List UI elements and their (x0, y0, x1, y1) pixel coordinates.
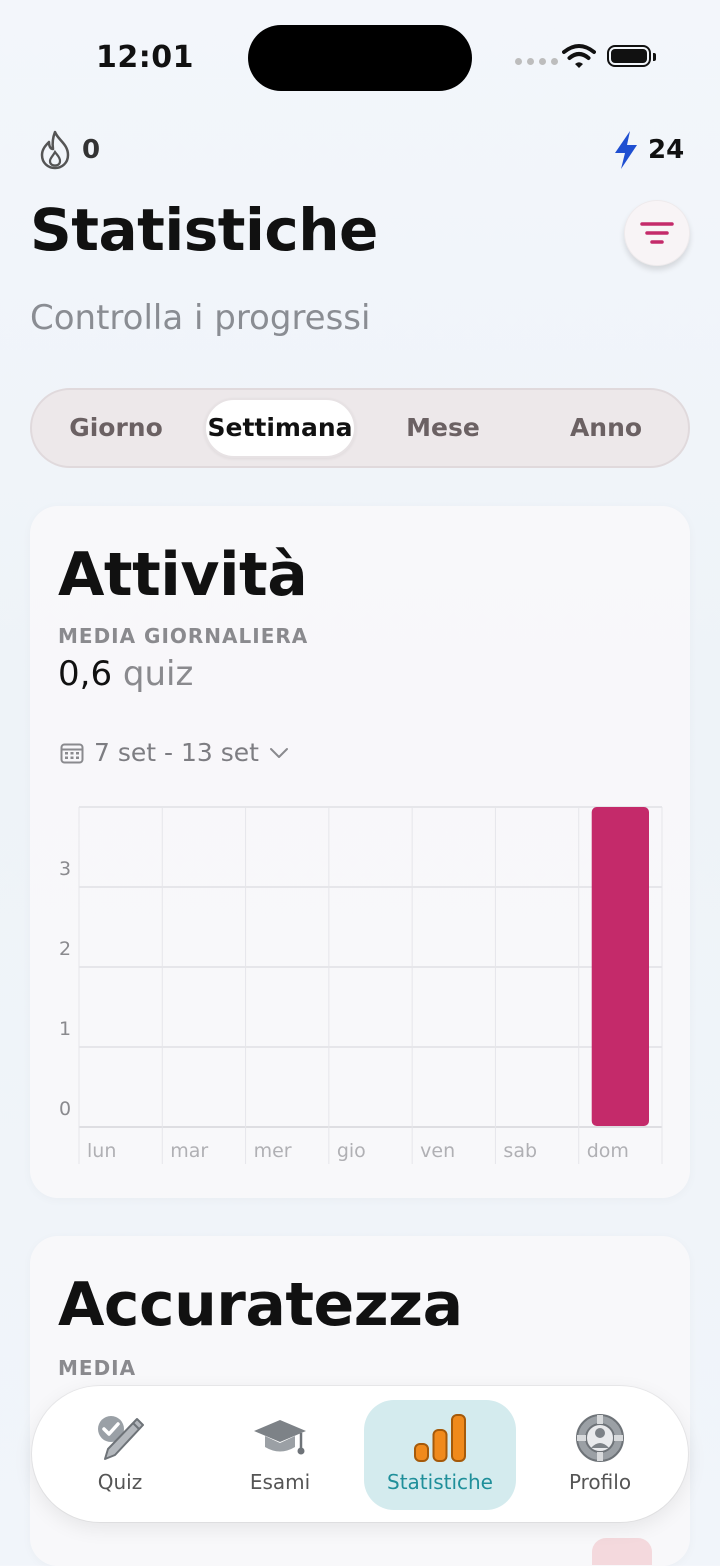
x-tick-label: mar (170, 1140, 208, 1162)
bar-dom (591, 807, 649, 1126)
x-tick-label: gio (337, 1140, 366, 1162)
tab-statistiche-label: Statistiche (387, 1470, 493, 1494)
status-time: 12:01 (96, 40, 194, 75)
average-unit: quiz (122, 654, 194, 694)
accuracy-chart-peek (592, 1538, 652, 1565)
accuracy-title: Accuratezza (58, 1270, 463, 1340)
filter-button[interactable] (624, 200, 690, 266)
energy-counter[interactable]: 24 (612, 130, 684, 170)
tab-mese[interactable]: Mese (368, 398, 518, 458)
y-tick-label: 2 (59, 938, 71, 960)
wifi-icon (562, 44, 596, 68)
calendar-icon (60, 743, 84, 763)
activity-average: 0,6 quiz (58, 654, 193, 694)
streak-value: 0 (82, 135, 101, 165)
x-tick-label: lun (87, 1140, 116, 1162)
tab-profilo[interactable]: Profilo (524, 1400, 676, 1510)
tab-statistiche[interactable]: Statistiche (364, 1400, 516, 1510)
profile-lifebuoy-icon (576, 1414, 624, 1462)
tab-esami-label: Esami (249, 1470, 311, 1494)
pencil-check-icon (98, 1416, 144, 1460)
date-range-label: 7 set - 13 set (94, 738, 259, 767)
tab-profilo-label: Profilo (568, 1470, 632, 1494)
lightning-icon (615, 131, 637, 169)
average-value: 0,6 (58, 654, 113, 694)
activity-bar-chart: 0 1 2 3 lun mar mer gio ven sab dom (59, 806, 663, 1164)
tab-quiz[interactable]: Quiz (44, 1400, 196, 1510)
tab-esami[interactable]: Esami (204, 1400, 356, 1510)
dynamic-island (248, 25, 472, 91)
x-tick-label: mer (254, 1140, 292, 1162)
cellular-signal-icon (515, 58, 558, 65)
battery-icon (607, 45, 656, 67)
tab-anno[interactable]: Anno (530, 398, 682, 458)
flame-icon (40, 130, 70, 170)
x-tick-label: dom (587, 1140, 629, 1162)
page-title: Statistiche (30, 196, 378, 264)
graduation-cap-icon (254, 1420, 306, 1455)
activity-title: Attività (58, 540, 308, 610)
energy-value: 24 (648, 135, 685, 165)
tab-settimana[interactable]: Settimana (204, 398, 356, 458)
accuracy-caption: MEDIA (58, 1356, 137, 1380)
x-tick-label: sab (503, 1140, 537, 1162)
y-tick-label: 1 (59, 1018, 71, 1040)
period-segmented-control: Giorno Settimana Mese Anno (30, 388, 690, 468)
y-tick-label: 0 (59, 1098, 71, 1120)
filter-icon (640, 222, 674, 244)
x-tick-label: ven (420, 1140, 455, 1162)
bottom-tab-bar: Quiz Esami Statistiche Profilo (32, 1386, 688, 1522)
bar-chart-icon (414, 1414, 466, 1462)
streak-counter[interactable]: 0 (38, 130, 100, 170)
chevron-down-icon (269, 747, 288, 758)
page-subtitle: Controlla i progressi (30, 298, 371, 338)
tab-giorno[interactable]: Giorno (40, 398, 192, 458)
date-range-picker[interactable]: 7 set - 13 set (60, 738, 289, 767)
activity-caption: MEDIA GIORNALIERA (58, 624, 309, 648)
y-tick-label: 3 (59, 858, 71, 880)
tab-quiz-label: Quiz (97, 1470, 143, 1494)
